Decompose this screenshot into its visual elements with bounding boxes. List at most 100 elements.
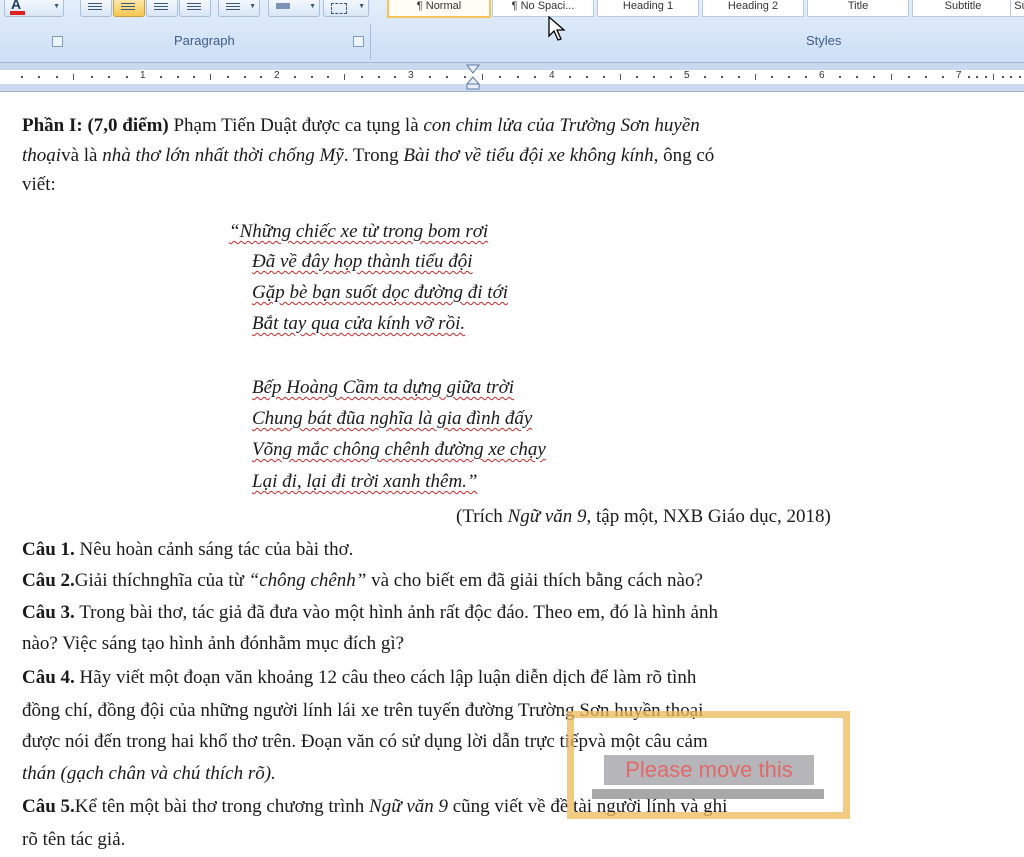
ruler-dot [446,76,448,78]
borders-button[interactable]: ▼ [323,0,369,17]
justify-button[interactable] [179,0,211,17]
ruler-dot [38,76,40,78]
question-3: Câu 3. Trong bài thơ, tác giả đã đưa vào… [22,602,718,623]
ruler-dot [925,76,927,78]
intro-line-3: viết: [22,174,56,195]
ruler-dot [1019,76,1021,78]
ruler-dot [942,76,944,78]
align-left-button[interactable] [80,0,112,17]
question-4-cont: thán (gạch chân và chú thích rõ). [22,763,276,784]
overlay-bar [592,789,824,799]
question-3-cont: nào? Việc sáng tạo hình ảnh đónhằm mục đ… [22,633,405,654]
ruler-dot [193,76,195,78]
align-center-button[interactable] [113,0,145,17]
ruler-dot [394,76,396,78]
chevron-down-icon: ▼ [249,3,256,10]
poem-line: Đã về đây họp thành tiểu đội [252,251,473,272]
indent-marker-icon[interactable] [466,63,480,91]
chevron-down-icon: ▼ [309,3,316,10]
style-subtle[interactable]: Su [1010,0,1024,17]
ruler-tick [210,74,211,80]
ruler-dot [244,76,246,78]
question-1: Câu 1. Nêu hoàn cảnh sáng tác của bài th… [22,539,354,560]
intro-line-2: thoạivà là nhà thơ lớn nhất thời chống M… [22,145,715,166]
ruler-dot [908,76,910,78]
poem-line: Gặp bè bạn suốt dọc đường đi tới [252,282,508,303]
ruler-dot [517,76,519,78]
ruler-dot [227,76,229,78]
align-right-icon [154,3,168,12]
ruler-dot [788,76,790,78]
poem-line: Võng mắc chông chênh đường xe chạy [252,439,546,460]
ruler-dot [569,76,571,78]
borders-icon [331,3,347,14]
ruler-dot [653,76,655,78]
shading-icon [276,3,290,9]
ruler-dot [294,76,296,78]
overlay-banner[interactable]: Please move this [604,755,814,785]
ruler-dot [56,76,58,78]
ruler-dot [721,76,723,78]
document-page[interactable]: Phần I: (7,0 điểm) Phạm Tiến Duật được c… [0,92,1024,857]
shading-button[interactable]: ▼ [268,0,320,17]
ruler-dot [704,76,706,78]
poem-line: “Những chiếc xe từ trong bom rơi [229,221,489,242]
ruler-dot [177,76,179,78]
ruler-tick [993,74,994,80]
ruler-dot [534,76,536,78]
ruler-dot [1002,76,1004,78]
ruler-dot [839,76,841,78]
ruler-dot [378,76,380,78]
poem-line: Bắt tay qua cửa kính vỡ rồi. [252,313,466,334]
ruler-dot [429,76,431,78]
style-heading-1[interactable]: Heading 1 [597,0,699,17]
ruler-dot [968,76,970,78]
ruler-tick [620,74,621,80]
ruler-tick [891,74,892,80]
question-2: Câu 2.Giải thíchnghĩa của từ “chông chên… [22,570,703,591]
ruler-dot [771,76,773,78]
font-color-button[interactable]: A ▼ [4,0,64,17]
align-right-button[interactable] [146,0,178,17]
line-spacing-button[interactable]: ▼ [218,0,260,17]
chevron-down-icon: ▼ [358,3,365,10]
style-normal[interactable]: ¶ Normal [387,0,491,18]
ruler-dot [108,76,110,78]
ruler-dot [327,76,329,78]
ruler-dot [985,76,987,78]
poem-line: Lại đi, lại đi trời xanh thêm.” [252,471,478,492]
paragraph-dialog-launcher[interactable] [353,36,364,47]
ruler-dot [260,76,262,78]
ruler-dot [361,76,363,78]
ruler-dot [873,76,875,78]
ruler-tick [73,74,74,80]
ruler-dot [160,76,162,78]
intro-line-1: Phần I: (7,0 điểm) Phạm Tiến Duật được c… [22,115,700,136]
styles-gallery: ¶ Normal ¶ No Spaci... Heading 1 Heading… [384,0,1024,22]
paragraph-group-label: Paragraph [174,33,235,48]
chevron-down-icon: ▼ [53,3,60,10]
ribbon: A ▼ ▼ ▼ ▼ ¶ Normal ¶ No Spaci... Heading… [0,0,1024,63]
horizontal-ruler[interactable]: 1 2 3 4 5 6 7 [0,63,1024,92]
ruler-dot [91,76,93,78]
style-no-spacing[interactable]: ¶ No Spaci... [492,0,594,17]
ruler-tick [755,74,756,80]
ruler-dot [636,76,638,78]
styles-group-label: Styles [806,33,842,48]
ruler-dot [126,76,128,78]
ruler-dot [738,76,740,78]
ruler-tick [482,74,483,80]
ruler-dot [856,76,858,78]
font-dialog-launcher[interactable] [52,36,63,47]
ruler-dot [311,76,313,78]
style-subtitle[interactable]: Subtitle [912,0,1014,17]
ruler-dot [586,76,588,78]
align-left-icon [88,3,102,12]
ruler-tick [344,74,345,80]
question-4: Câu 4. Hãy viết một đoạn văn khoảng 12 c… [22,667,697,688]
poem-line: Chung bát đũa nghĩa là gia đình đấy [252,408,533,429]
align-center-icon [121,3,135,12]
style-heading-2[interactable]: Heading 2 [702,0,804,17]
ruler-dot [603,76,605,78]
style-title[interactable]: Title [807,0,909,17]
